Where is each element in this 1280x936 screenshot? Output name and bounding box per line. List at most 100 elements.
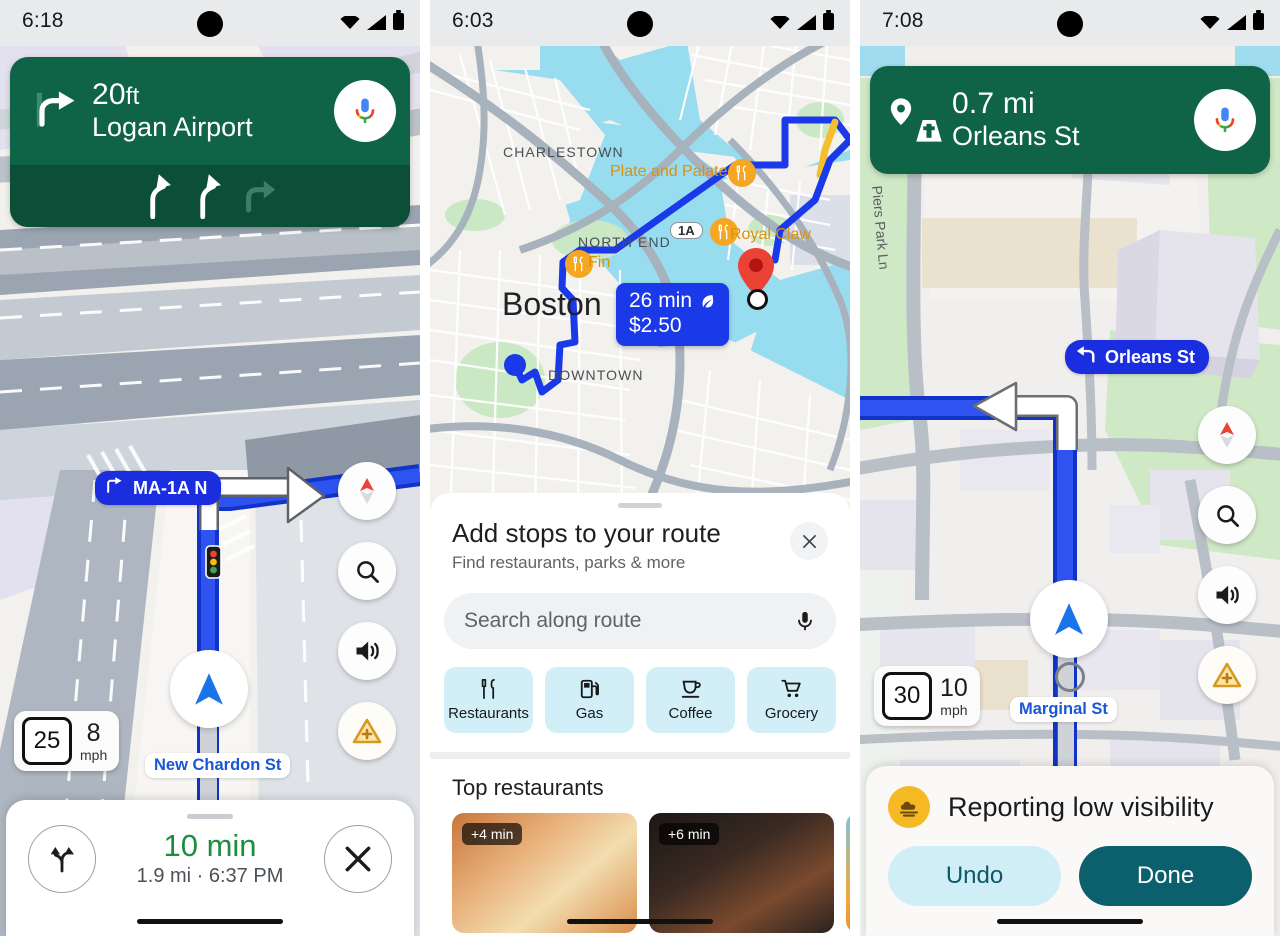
- restaurant-card[interactable]: +4 min: [452, 813, 637, 934]
- chip-grocery[interactable]: Grocery: [747, 667, 836, 734]
- assistant-mic-button[interactable]: [1194, 89, 1256, 151]
- assistant-mic-button[interactable]: [334, 80, 396, 142]
- search-button[interactable]: [1198, 486, 1256, 544]
- lane-guidance: [10, 165, 410, 227]
- maneuver-callout-orleans-st[interactable]: Orleans St: [1065, 340, 1210, 374]
- street-label-marginal-st: Marginal St: [1010, 697, 1117, 722]
- chip-label: Coffee: [668, 705, 713, 723]
- chip-label: Grocery: [764, 705, 819, 723]
- sound-button[interactable]: [338, 622, 396, 680]
- detour-badge: +6 min: [659, 823, 720, 846]
- navigation-arrow-icon: [1055, 603, 1083, 635]
- search-button[interactable]: [338, 542, 396, 600]
- search-icon: [1216, 504, 1239, 527]
- compass-icon: [360, 478, 374, 504]
- search-placeholder: Search along route: [464, 609, 642, 633]
- chip-restaurants[interactable]: Restaurants: [444, 667, 533, 734]
- home-indicator: [997, 919, 1143, 924]
- eta-duration: 10 min: [163, 828, 257, 864]
- chip-label: Restaurants: [448, 705, 529, 723]
- gas-pump-icon: [580, 680, 599, 699]
- route-price: $2.50: [629, 314, 682, 338]
- route-shield-ma1an[interactable]: MA-1A N: [95, 471, 222, 505]
- cellular-icon: [1227, 15, 1246, 30]
- search-along-route-input[interactable]: Search along route: [444, 593, 836, 650]
- speed-indicator[interactable]: 25 8 mph: [14, 711, 120, 771]
- undo-button[interactable]: Undo: [888, 846, 1061, 906]
- battery-icon: [393, 10, 404, 30]
- category-chip-row: Restaurants Gas Coffee Grocery: [430, 649, 850, 734]
- report-button[interactable]: [1198, 646, 1256, 704]
- wifi-icon: [1200, 16, 1220, 29]
- report-button[interactable]: [338, 702, 396, 760]
- highway-shield-1a: 1A: [670, 222, 703, 239]
- search-icon: [356, 560, 379, 583]
- detour-badge: +4 min: [462, 823, 523, 846]
- camera-punch-hole: [1057, 11, 1083, 37]
- phone-screen-report: Piers Park Ln t Orleans St Marginal St 3…: [860, 0, 1280, 936]
- destination-road-icon: [884, 95, 946, 145]
- poi-marker-plate-and-palate[interactable]: [728, 159, 756, 187]
- roundabout-icon: [1055, 662, 1085, 692]
- chip-label: Gas: [575, 705, 604, 723]
- nav-distance-value: 20: [92, 77, 126, 111]
- eta-block: 10 min 1.9 mi · 6:37 PM: [96, 830, 324, 888]
- poi-label-royal-claw: Royal Claw: [730, 226, 811, 243]
- chip-gas[interactable]: Gas: [545, 667, 634, 734]
- done-button[interactable]: Done: [1079, 846, 1252, 906]
- origin-dot-icon: [747, 289, 768, 310]
- wifi-icon: [340, 16, 360, 29]
- battery-icon: [823, 10, 834, 30]
- trip-bottom-sheet[interactable]: 10 min 1.9 mi · 6:37 PM: [6, 800, 414, 936]
- toast-title: Reporting low visibility: [948, 791, 1214, 822]
- map-controls-column: [338, 462, 396, 760]
- google-assistant-mic-icon: [355, 98, 375, 123]
- route-shield-label: MA-1A N: [133, 477, 208, 498]
- compass-button[interactable]: [1198, 406, 1256, 464]
- home-indicator: [567, 919, 713, 924]
- sound-button[interactable]: [1198, 566, 1256, 624]
- close-icon: [802, 534, 816, 548]
- map-controls-column: [1198, 406, 1256, 704]
- restaurant-icon: [573, 256, 583, 272]
- coffee-cup-icon: [681, 680, 701, 698]
- map-label-boston: Boston: [502, 286, 602, 322]
- close-icon: [345, 846, 371, 872]
- poi-label-plate-and-palate: Plate and Palate: [610, 163, 728, 180]
- restaurant-card-list[interactable]: +4 min +6 min: [430, 801, 850, 934]
- shopping-cart-icon: [780, 680, 801, 698]
- panel-divider: [420, 0, 430, 936]
- status-bar-1: 6:18: [0, 0, 420, 46]
- phone-screen-add-stops: CHARLESTOWN NORTH END DOWNTOWN Boston Pl…: [430, 0, 850, 936]
- eta-details: 1.9 mi · 6:37 PM: [136, 864, 284, 887]
- cellular-icon: [797, 15, 816, 30]
- report-confirmation-toast[interactable]: Reporting low visibility Undo Done: [866, 766, 1274, 936]
- turn-right-icon: [24, 85, 86, 137]
- speed-limit-value: 25: [22, 717, 72, 765]
- camera-punch-hole: [197, 11, 223, 37]
- close-sheet-button[interactable]: [790, 522, 828, 560]
- google-assistant-mic-icon: [1215, 107, 1235, 132]
- restaurant-card[interactable]: +6 min: [649, 813, 834, 934]
- mic-icon[interactable]: [794, 609, 816, 633]
- compass-button[interactable]: [338, 462, 396, 520]
- turn-right-icon: [105, 476, 124, 500]
- add-stops-sheet[interactable]: Add stops to your route Find restaurants…: [430, 493, 850, 936]
- navigation-instruction-card[interactable]: 0.7 mi Orleans St: [870, 66, 1270, 174]
- lane-slight-left-active-2: [200, 174, 221, 219]
- report-incident-icon: [1212, 662, 1242, 688]
- chip-coffee[interactable]: Coffee: [646, 667, 735, 734]
- callout-label: Orleans St: [1105, 346, 1196, 367]
- sheet-title: Add stops to your route: [452, 518, 721, 548]
- lane-turn-right-inactive: [246, 180, 276, 213]
- sheet-subtitle: Find restaurants, parks & more: [452, 553, 686, 573]
- volume-icon: [356, 641, 379, 661]
- user-location-puck: [1030, 580, 1108, 658]
- section-title-top-restaurants: Top restaurants: [452, 775, 604, 801]
- battery-icon: [1253, 10, 1264, 30]
- route-eta-price-badge[interactable]: 26 min $2.50: [616, 283, 730, 347]
- speed-indicator[interactable]: 30 10 mph: [874, 666, 980, 726]
- alternate-routes-button[interactable]: [28, 825, 96, 893]
- end-navigation-button[interactable]: [324, 825, 392, 893]
- navigation-instruction-card[interactable]: 20ft Logan Airport: [10, 57, 410, 227]
